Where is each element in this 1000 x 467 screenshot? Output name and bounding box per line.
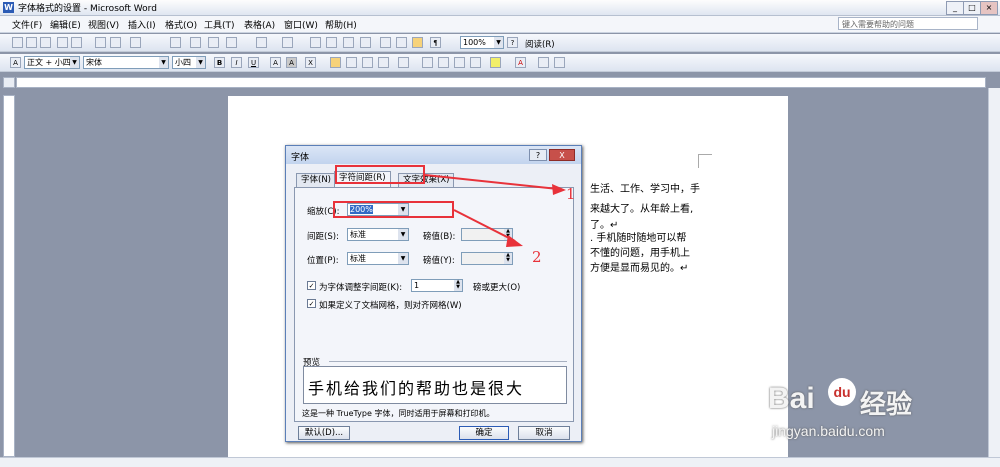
arrow-head-1 xyxy=(552,184,566,195)
arrow-head-2 xyxy=(506,235,523,247)
paw-icon: du xyxy=(828,378,856,406)
arrow-line-2 xyxy=(453,209,516,242)
watermark-brand: Bai xyxy=(768,382,815,415)
annotation-number-1: 1 xyxy=(566,185,576,203)
watermark-url: jingyan.baidu.com xyxy=(772,423,885,439)
arrow-line-1 xyxy=(424,174,559,190)
baidu-watermark: Bai du 经验 jingyan.baidu.com xyxy=(768,378,993,453)
annotation-number-2: 2 xyxy=(532,248,542,266)
watermark-suffix: 经验 xyxy=(860,389,913,419)
